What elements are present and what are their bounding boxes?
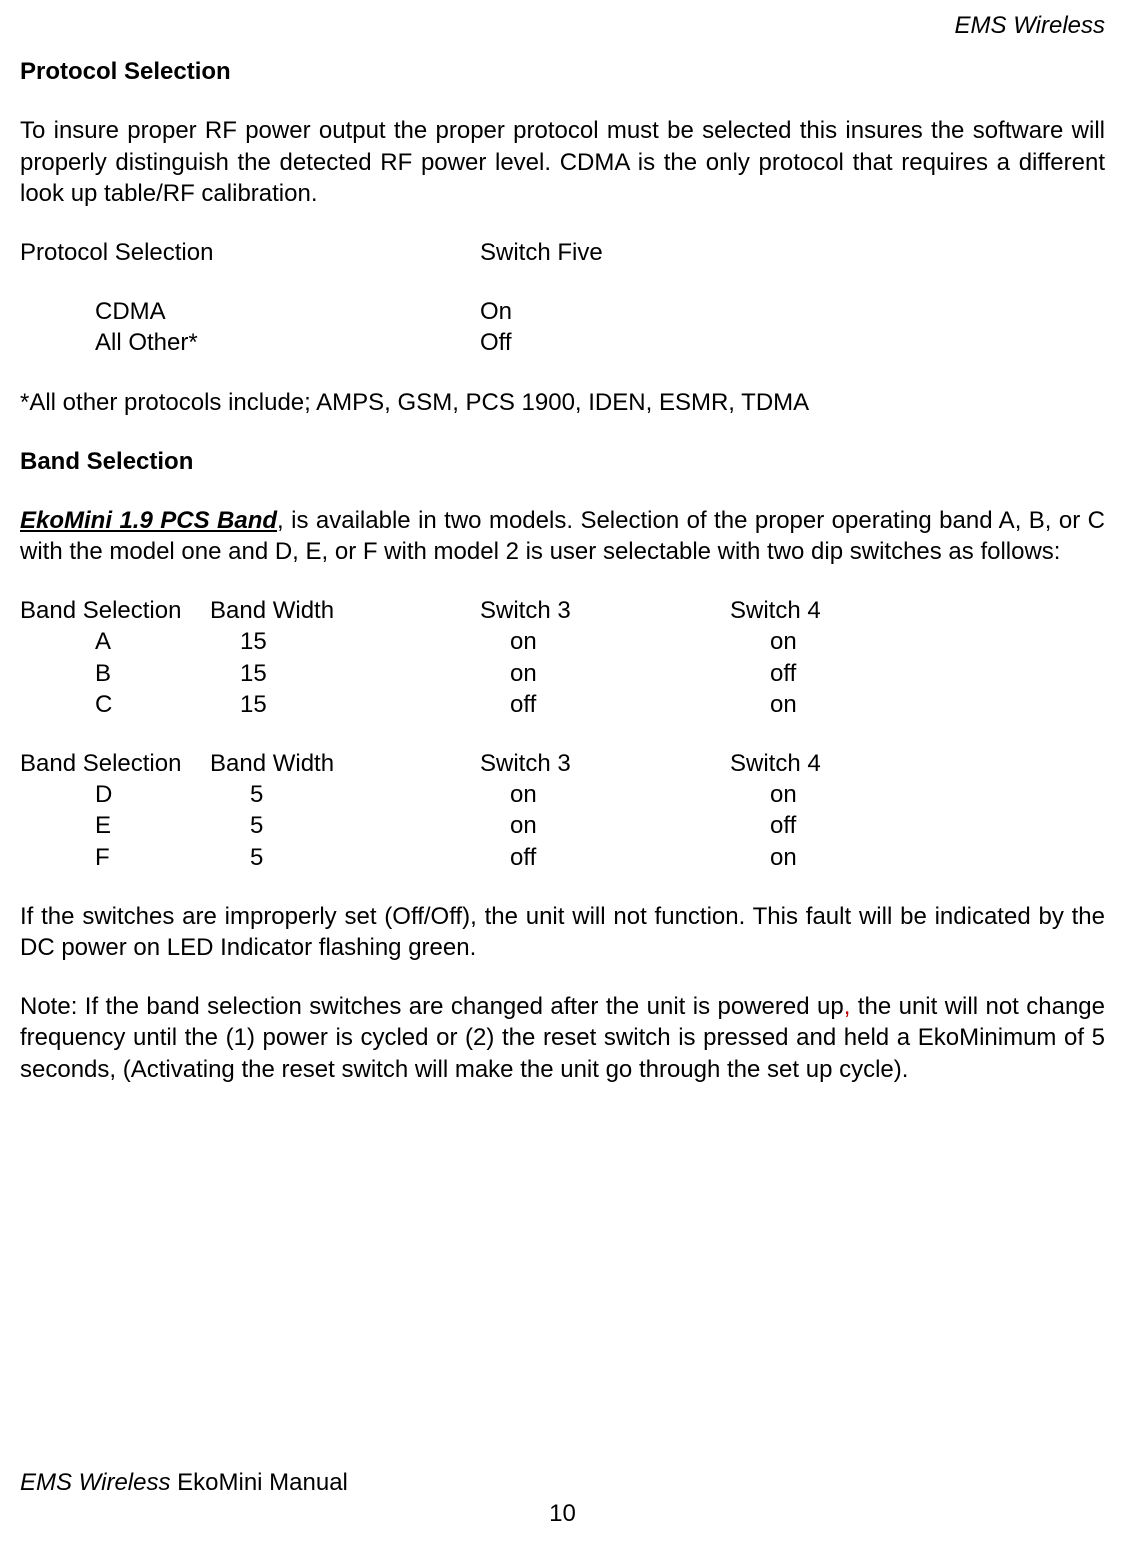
t1-h2: Band Width [210,595,480,626]
section-title-band: Band Selection [20,446,1105,477]
t2-width: 5 [210,842,480,873]
note-para: Note: If the band selection switches are… [20,991,1105,1085]
note-prefix: Note: If the band selection switches are… [20,993,844,1020]
t2-band: D [20,779,210,810]
t1-band: A [20,626,210,657]
t1-width: 15 [210,658,480,689]
t2-s4: on [730,842,930,873]
band-table-2: Band Selection Band Width Switch 3 Switc… [20,748,1105,873]
t2-s4: on [730,779,930,810]
proto-name: All Other* [20,327,480,358]
t2-h3: Switch 3 [480,748,730,779]
t2-s3: on [480,810,730,841]
t2-band: E [20,810,210,841]
t2-s3: on [480,779,730,810]
t1-h4: Switch 4 [730,595,930,626]
section-title-protocol: Protocol Selection [20,56,1105,87]
t1-width: 15 [210,689,480,720]
t2-band: F [20,842,210,873]
proto-switch: On [480,296,880,327]
t1-s3: on [480,658,730,689]
t2-width: 5 [210,779,480,810]
protocol-intro: To insure proper RF power output the pro… [20,115,1105,209]
t1-s3: off [480,689,730,720]
band-lead-bold: EkoMini 1.9 PCS Band [20,507,277,534]
header-right: EMS Wireless [20,10,1105,41]
t1-h1: Band Selection [20,595,210,626]
protocol-table-header: Protocol Selection Switch Five [20,237,1105,268]
t2-s3: off [480,842,730,873]
proto-row-1: All Other* Off [20,327,1105,358]
band-table-1: Band Selection Band Width Switch 3 Switc… [20,595,1105,720]
page-number: 10 [20,1498,1105,1529]
t1-s4: off [730,658,930,689]
t1-s3: on [480,626,730,657]
footer-title: EMS Wireless EkoMini Manual [20,1467,1105,1498]
t1-band: B [20,658,210,689]
fault-para: If the switches are improperly set (Off/… [20,901,1105,963]
t2-h2: Band Width [210,748,480,779]
band-lead: EkoMini 1.9 PCS Band, is available in tw… [20,505,1105,567]
t2-h4: Switch 4 [730,748,930,779]
proto-row-0: CDMA On [20,296,1105,327]
t2-width: 5 [210,810,480,841]
t1-h3: Switch 3 [480,595,730,626]
protocol-footnote: *All other protocols include; AMPS, GSM,… [20,387,1105,418]
t2-h1: Band Selection [20,748,210,779]
t1-band: C [20,689,210,720]
t1-s4: on [730,626,930,657]
proto-head-left: Protocol Selection [20,237,480,268]
footer-title-rest: EkoMini Manual [170,1469,347,1496]
footer: EMS Wireless EkoMini Manual 10 [20,1467,1105,1529]
proto-switch: Off [480,327,880,358]
t1-s4: on [730,689,930,720]
t2-s4: off [730,810,930,841]
proto-name: CDMA [20,296,480,327]
proto-head-right: Switch Five [480,237,880,268]
footer-title-italic: EMS Wireless [20,1469,170,1496]
t1-width: 15 [210,626,480,657]
